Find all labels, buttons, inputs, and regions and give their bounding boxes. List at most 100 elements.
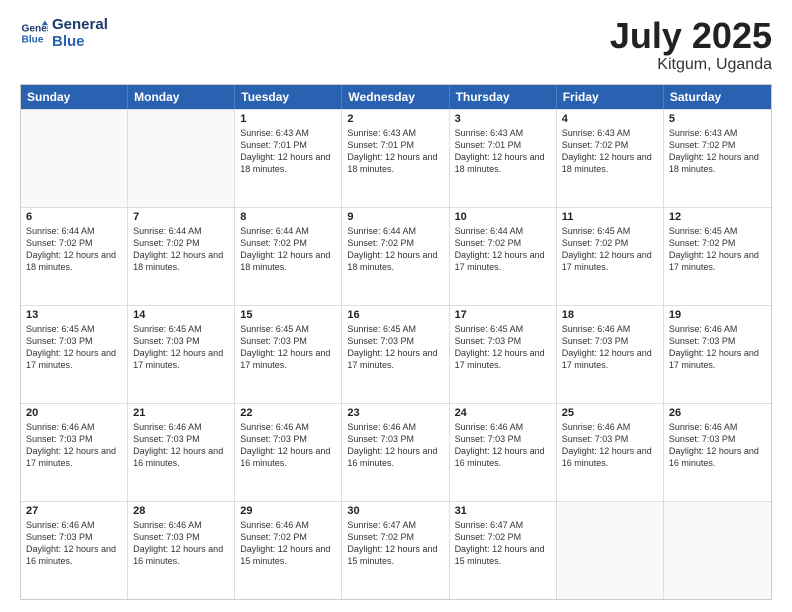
cal-cell-1-2 [128,110,235,207]
logo-blue: Blue [52,33,108,50]
day-info: Sunrise: 6:45 AM Sunset: 7:03 PM Dayligh… [133,323,229,372]
day-number: 23 [347,407,443,419]
cal-week-5: 27 Sunrise: 6:46 AM Sunset: 7:03 PM Dayli… [21,501,771,599]
day-number: 26 [669,407,766,419]
cal-cell-2-3: 8 Sunrise: 6:44 AM Sunset: 7:02 PM Daylig… [235,208,342,305]
cal-header-friday: Friday [557,85,664,109]
day-number: 28 [133,505,229,517]
day-number: 25 [562,407,658,419]
day-info: Sunrise: 6:46 AM Sunset: 7:03 PM Dayligh… [133,421,229,470]
day-number: 6 [26,211,122,223]
day-info: Sunrise: 6:45 AM Sunset: 7:03 PM Dayligh… [26,323,122,372]
cal-cell-2-2: 7Sunrise: 6:44 AM Sunset: 7:02 PM Daylig… [128,208,235,305]
day-number: 24 [455,407,551,419]
cal-cell-5-3: 29Sunrise: 6:46 AM Sunset: 7:02 PM Dayli… [235,502,342,599]
day-info: Sunrise: 6:43 AM Sunset: 7:02 PM Dayligh… [562,127,658,176]
day-info: Sunrise: 6:46 AM Sunset: 7:03 PM Dayligh… [26,519,122,568]
day-info: Sunrise: 6:45 AM Sunset: 7:03 PM Dayligh… [347,323,443,372]
cal-cell-3-1: 13 Sunrise: 6:45 AM Sunset: 7:03 PM Dayli… [21,306,128,403]
day-number: 31 [455,505,551,517]
cal-cell-3-3: 15Sunrise: 6:45 AM Sunset: 7:03 PM Dayli… [235,306,342,403]
day-number: 17 [455,309,551,321]
day-info: Sunrise: 6:44 AM Sunset: 7:02 PM Dayligh… [347,225,443,274]
calendar-header: SundayMondayTuesdayWednesdayThursdayFrid… [21,85,771,109]
day-info: Sunrise: 6:45 AM Sunset: 7:03 PM Dayligh… [455,323,551,372]
cal-cell-2-1: 6Sunrise: 6:44 AM Sunset: 7:02 PM Daylig… [21,208,128,305]
day-number: 21 [133,407,229,419]
day-info: Sunrise: 6:46 AM Sunset: 7:03 PM Dayligh… [347,421,443,470]
day-info: Sunrise: 6:44 AM Sunset: 7:02 PM Dayligh… [240,225,336,274]
cal-header-tuesday: Tuesday [235,85,342,109]
day-number: 30 [347,505,443,517]
cal-cell-1-3: 1Sunrise: 6:43 AM Sunset: 7:01 PM Daylig… [235,110,342,207]
day-info: Sunrise: 6:46 AM Sunset: 7:02 PM Dayligh… [240,519,336,568]
day-number: 19 [669,309,766,321]
title-block: July 2025 Kitgum, Uganda [610,16,772,74]
cal-cell-1-6: 4 Sunrise: 6:43 AM Sunset: 7:02 PM Daylig… [557,110,664,207]
calendar: SundayMondayTuesdayWednesdayThursdayFrid… [20,84,772,600]
logo-general: General [52,16,108,33]
day-number: 18 [562,309,658,321]
cal-header-wednesday: Wednesday [342,85,449,109]
day-number: 12 [669,211,766,223]
day-info: Sunrise: 6:44 AM Sunset: 7:02 PM Dayligh… [455,225,551,274]
cal-cell-2-6: 11 Sunrise: 6:45 AM Sunset: 7:02 PM Dayli… [557,208,664,305]
day-info: Sunrise: 6:43 AM Sunset: 7:01 PM Dayligh… [240,127,336,176]
cal-header-sunday: Sunday [21,85,128,109]
cal-cell-4-6: 25 Sunrise: 6:46 AM Sunset: 7:03 PM Dayli… [557,404,664,501]
day-info: Sunrise: 6:43 AM Sunset: 7:01 PM Dayligh… [347,127,443,176]
cal-cell-5-6 [557,502,664,599]
cal-cell-3-4: 16Sunrise: 6:45 AM Sunset: 7:03 PM Dayli… [342,306,449,403]
day-number: 7 [133,211,229,223]
day-number: 2 [347,113,443,125]
cal-week-3: 13 Sunrise: 6:45 AM Sunset: 7:03 PM Dayli… [21,305,771,403]
day-info: Sunrise: 6:45 AM Sunset: 7:02 PM Dayligh… [562,225,658,274]
day-number: 9 [347,211,443,223]
cal-cell-4-1: 20Sunrise: 6:46 AM Sunset: 7:03 PM Dayli… [21,404,128,501]
cal-cell-1-7: 5Sunrise: 6:43 AM Sunset: 7:02 PM Daylig… [664,110,771,207]
cal-cell-4-7: 26Sunrise: 6:46 AM Sunset: 7:03 PM Dayli… [664,404,771,501]
page: General Blue General Blue July 2025 Kitg… [0,0,792,612]
day-info: Sunrise: 6:45 AM Sunset: 7:03 PM Dayligh… [240,323,336,372]
day-info: Sunrise: 6:46 AM Sunset: 7:03 PM Dayligh… [455,421,551,470]
cal-cell-5-4: 30 Sunrise: 6:47 AM Sunset: 7:02 PM Dayli… [342,502,449,599]
day-info: Sunrise: 6:46 AM Sunset: 7:03 PM Dayligh… [669,323,766,372]
day-info: Sunrise: 6:45 AM Sunset: 7:02 PM Dayligh… [669,225,766,274]
day-number: 10 [455,211,551,223]
cal-cell-4-2: 21 Sunrise: 6:46 AM Sunset: 7:03 PM Dayli… [128,404,235,501]
cal-cell-5-1: 27 Sunrise: 6:46 AM Sunset: 7:03 PM Dayli… [21,502,128,599]
day-info: Sunrise: 6:46 AM Sunset: 7:03 PM Dayligh… [562,323,658,372]
day-number: 14 [133,309,229,321]
cal-cell-4-5: 24 Sunrise: 6:46 AM Sunset: 7:03 PM Dayli… [450,404,557,501]
svg-text:Blue: Blue [22,35,44,46]
header: General Blue General Blue July 2025 Kitg… [20,16,772,74]
day-number: 8 [240,211,336,223]
cal-cell-2-7: 12 Sunrise: 6:45 AM Sunset: 7:02 PM Dayli… [664,208,771,305]
cal-header-monday: Monday [128,85,235,109]
day-number: 4 [562,113,658,125]
location: Kitgum, Uganda [610,56,772,74]
cal-cell-2-5: 10 Sunrise: 6:44 AM Sunset: 7:02 PM Dayli… [450,208,557,305]
day-info: Sunrise: 6:46 AM Sunset: 7:03 PM Dayligh… [240,421,336,470]
cal-week-4: 20Sunrise: 6:46 AM Sunset: 7:03 PM Dayli… [21,403,771,501]
day-info: Sunrise: 6:46 AM Sunset: 7:03 PM Dayligh… [26,421,122,470]
cal-cell-3-6: 18 Sunrise: 6:46 AM Sunset: 7:03 PM Dayli… [557,306,664,403]
day-info: Sunrise: 6:47 AM Sunset: 7:02 PM Dayligh… [455,519,551,568]
cal-cell-2-4: 9 Sunrise: 6:44 AM Sunset: 7:02 PM Daylig… [342,208,449,305]
day-info: Sunrise: 6:46 AM Sunset: 7:03 PM Dayligh… [562,421,658,470]
day-info: Sunrise: 6:47 AM Sunset: 7:02 PM Dayligh… [347,519,443,568]
day-number: 13 [26,309,122,321]
day-number: 27 [26,505,122,517]
cal-cell-3-2: 14 Sunrise: 6:45 AM Sunset: 7:03 PM Dayli… [128,306,235,403]
cal-cell-5-2: 28 Sunrise: 6:46 AM Sunset: 7:03 PM Dayli… [128,502,235,599]
day-number: 11 [562,211,658,223]
cal-cell-1-4: 2 Sunrise: 6:43 AM Sunset: 7:01 PM Daylig… [342,110,449,207]
logo-icon: General Blue [20,19,48,47]
cal-cell-1-5: 3Sunrise: 6:43 AM Sunset: 7:01 PM Daylig… [450,110,557,207]
day-info: Sunrise: 6:46 AM Sunset: 7:03 PM Dayligh… [133,519,229,568]
cal-cell-5-5: 31 Sunrise: 6:47 AM Sunset: 7:02 PM Dayli… [450,502,557,599]
cal-week-1: 1Sunrise: 6:43 AM Sunset: 7:01 PM Daylig… [21,109,771,207]
month-year: July 2025 [610,16,772,56]
logo: General Blue General Blue [20,16,108,51]
day-number: 22 [240,407,336,419]
